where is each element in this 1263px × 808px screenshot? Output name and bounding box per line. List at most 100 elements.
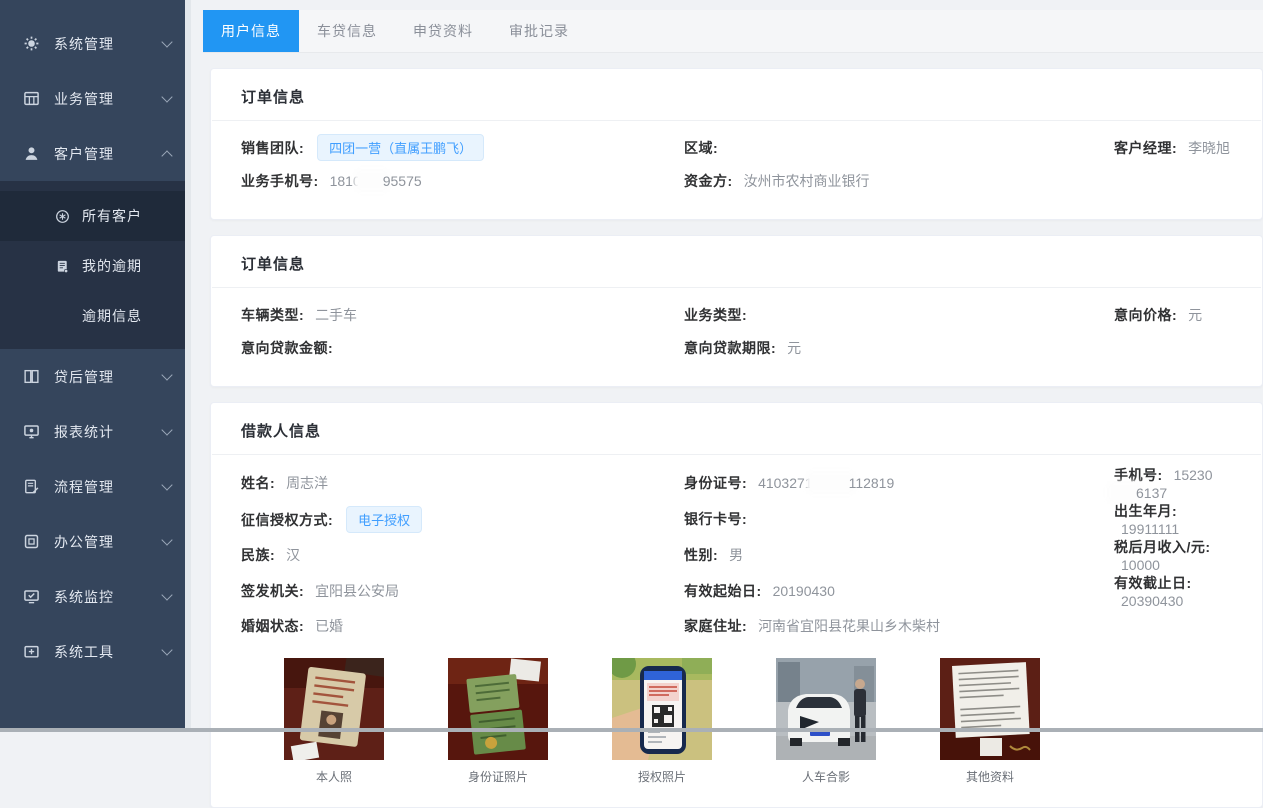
sidebar-item-system-management[interactable]: 系统管理 xyxy=(0,16,185,71)
chevron-down-icon xyxy=(161,644,172,655)
field-valid-from: 有效起始日: 20190430 xyxy=(684,581,1114,601)
field-value: 元 xyxy=(787,340,801,356)
field-valid-until: 有效截止日: 20390430 xyxy=(1114,573,1232,609)
gear-icon xyxy=(22,35,40,53)
field-vehicle-type: 车辆类型: 二手车 xyxy=(241,305,684,325)
sidebar: 系统管理 业务管理 客户管理 所有客户 我的逾期 逾期信 xyxy=(0,0,185,732)
sidebar-item-office-management[interactable]: 办公管理 xyxy=(0,514,185,569)
notebook-icon xyxy=(54,258,70,274)
field-label: 业务类型: xyxy=(684,307,747,323)
censor-blur xyxy=(810,475,852,490)
field-value: 宜阳县公安局 xyxy=(315,583,399,599)
field-value: 周志洋 xyxy=(286,475,328,491)
order-info-card-1: 订单信息 销售团队: 四团一营（直属王鹏飞） 区域: 客户经理: 李晓旭 xyxy=(210,68,1263,220)
sidebar-item-system-tools[interactable]: 系统工具 xyxy=(0,624,185,679)
window-bottom-edge xyxy=(0,728,1263,732)
sidebar-scroll-strip xyxy=(185,0,191,732)
field-intended-loan-amount: 意向贷款金额: xyxy=(241,338,684,358)
customers-icon xyxy=(54,208,70,224)
chevron-down-icon xyxy=(161,369,172,380)
e-auth-tag[interactable]: 电子授权 xyxy=(346,506,422,533)
field-intended-loan-term: 意向贷款期限: 元 xyxy=(684,338,1114,358)
field-label: 银行卡号: xyxy=(684,511,747,527)
chevron-down-icon xyxy=(161,36,172,47)
photo-label: 本人照 xyxy=(284,768,384,785)
sidebar-item-label: 系统管理 xyxy=(54,34,163,54)
green-booklet-photo[interactable] xyxy=(448,658,548,760)
tab-approval-records[interactable]: 审批记录 xyxy=(491,10,587,52)
field-value: 19911111 xyxy=(1121,521,1179,537)
sidebar-item-label: 客户管理 xyxy=(54,144,163,164)
photo-label: 其他资料 xyxy=(940,768,1040,785)
sidebar-item-label: 报表统计 xyxy=(54,422,163,442)
field-label: 车辆类型: xyxy=(241,307,304,323)
field-label: 税后月收入/元: xyxy=(1114,539,1211,555)
square-icon xyxy=(22,533,40,551)
field-value-masked: 181095575 xyxy=(330,173,422,189)
field-label: 客户经理: xyxy=(1114,140,1177,156)
field-label: 意向贷款期限: xyxy=(684,340,776,356)
sidebar-item-overdue-info[interactable]: 逾期信息 xyxy=(0,291,185,341)
phone-auth-photo[interactable] xyxy=(612,658,712,760)
paper-document-photo[interactable] xyxy=(940,658,1040,760)
card-title: 借款人信息 xyxy=(211,403,1262,454)
sidebar-item-my-overdue[interactable]: 我的逾期 xyxy=(0,241,185,291)
order-info-card-2: 订单信息 车辆类型: 二手车 业务类型: 意向价格: 元 意向贷款金额 xyxy=(210,235,1263,387)
field-value: 汉 xyxy=(286,547,300,563)
tab-user-info[interactable]: 用户信息 xyxy=(203,10,299,52)
sales-team-tag[interactable]: 四团一营（直属王鹏飞） xyxy=(317,134,484,161)
field-ethnicity: 民族: 汉 xyxy=(241,545,684,565)
field-intended-price: 意向价格: 元 xyxy=(1114,305,1232,325)
photo-item: 其他资料 xyxy=(940,658,1040,785)
sidebar-item-label: 我的逾期 xyxy=(82,256,185,276)
field-value: 男 xyxy=(729,547,743,563)
monitor-icon xyxy=(22,423,40,441)
sidebar-submenu-customer: 所有客户 我的逾期 逾期信息 xyxy=(0,181,185,349)
clipboard-icon xyxy=(22,478,40,496)
field-region: 区域: xyxy=(684,138,1114,158)
tab-loan-application-docs[interactable]: 申贷资料 xyxy=(395,10,491,52)
chevron-down-icon xyxy=(161,589,172,600)
sidebar-item-report-statistics[interactable]: 报表统计 xyxy=(0,404,185,459)
sidebar-item-system-monitor[interactable]: 系统监控 xyxy=(0,569,185,624)
censor-blur xyxy=(358,173,386,188)
monitor-check-icon xyxy=(22,588,40,606)
tab-car-loan-info[interactable]: 车贷信息 xyxy=(299,10,395,52)
sidebar-item-label: 所有客户 xyxy=(82,206,185,226)
sidebar-item-all-customers[interactable]: 所有客户 xyxy=(0,191,185,241)
field-issuing-authority: 签发机关: 宜阳县公安局 xyxy=(241,581,684,601)
field-label: 手机号: xyxy=(1114,467,1163,483)
sidebar-item-label: 系统工具 xyxy=(54,642,163,662)
sidebar-item-process-management[interactable]: 流程管理 xyxy=(0,459,185,514)
field-home-address: 家庭住址: 河南省宜阳县花果山乡木柴村 xyxy=(684,616,1114,636)
id-card-photo[interactable] xyxy=(284,658,384,760)
field-value: 李晓旭 xyxy=(1188,140,1230,156)
field-bank-card-number: 银行卡号: xyxy=(684,509,1114,529)
sidebar-item-label: 办公管理 xyxy=(54,532,163,552)
photo-label: 身份证照片 xyxy=(448,768,548,785)
field-gender: 性别: 男 xyxy=(684,545,1114,565)
chevron-down-icon xyxy=(161,534,172,545)
chevron-down-icon xyxy=(161,91,172,102)
person-car-photo[interactable] xyxy=(776,658,876,760)
field-credit-auth-method: 征信授权方式: 电子授权 xyxy=(241,506,684,533)
user-icon xyxy=(22,145,40,163)
chevron-down-icon xyxy=(161,479,172,490)
grid-icon xyxy=(22,90,40,108)
field-label: 身份证号: xyxy=(684,475,747,491)
borrower-info-card: 借款人信息 姓名: 周志洋 身份证号: 4103271112819 手机号: 1… xyxy=(210,402,1263,808)
sidebar-item-customer-management[interactable]: 客户管理 xyxy=(0,126,185,181)
sidebar-item-label: 业务管理 xyxy=(54,89,163,109)
photo-item: 本人照 xyxy=(284,658,384,785)
field-label: 销售团队: xyxy=(241,140,304,156)
sidebar-item-label: 逾期信息 xyxy=(82,306,185,326)
field-value: 10000 xyxy=(1121,557,1160,573)
sidebar-item-label: 流程管理 xyxy=(54,477,163,497)
sidebar-item-business-management[interactable]: 业务管理 xyxy=(0,71,185,126)
photo-label: 授权照片 xyxy=(612,768,712,785)
photo-item: 人车合影 xyxy=(776,658,876,785)
field-value: 汝州市农村商业银行 xyxy=(744,173,870,189)
field-business-type: 业务类型: xyxy=(684,305,1114,325)
book-icon xyxy=(22,368,40,386)
sidebar-item-post-loan-management[interactable]: 贷后管理 xyxy=(0,349,185,404)
